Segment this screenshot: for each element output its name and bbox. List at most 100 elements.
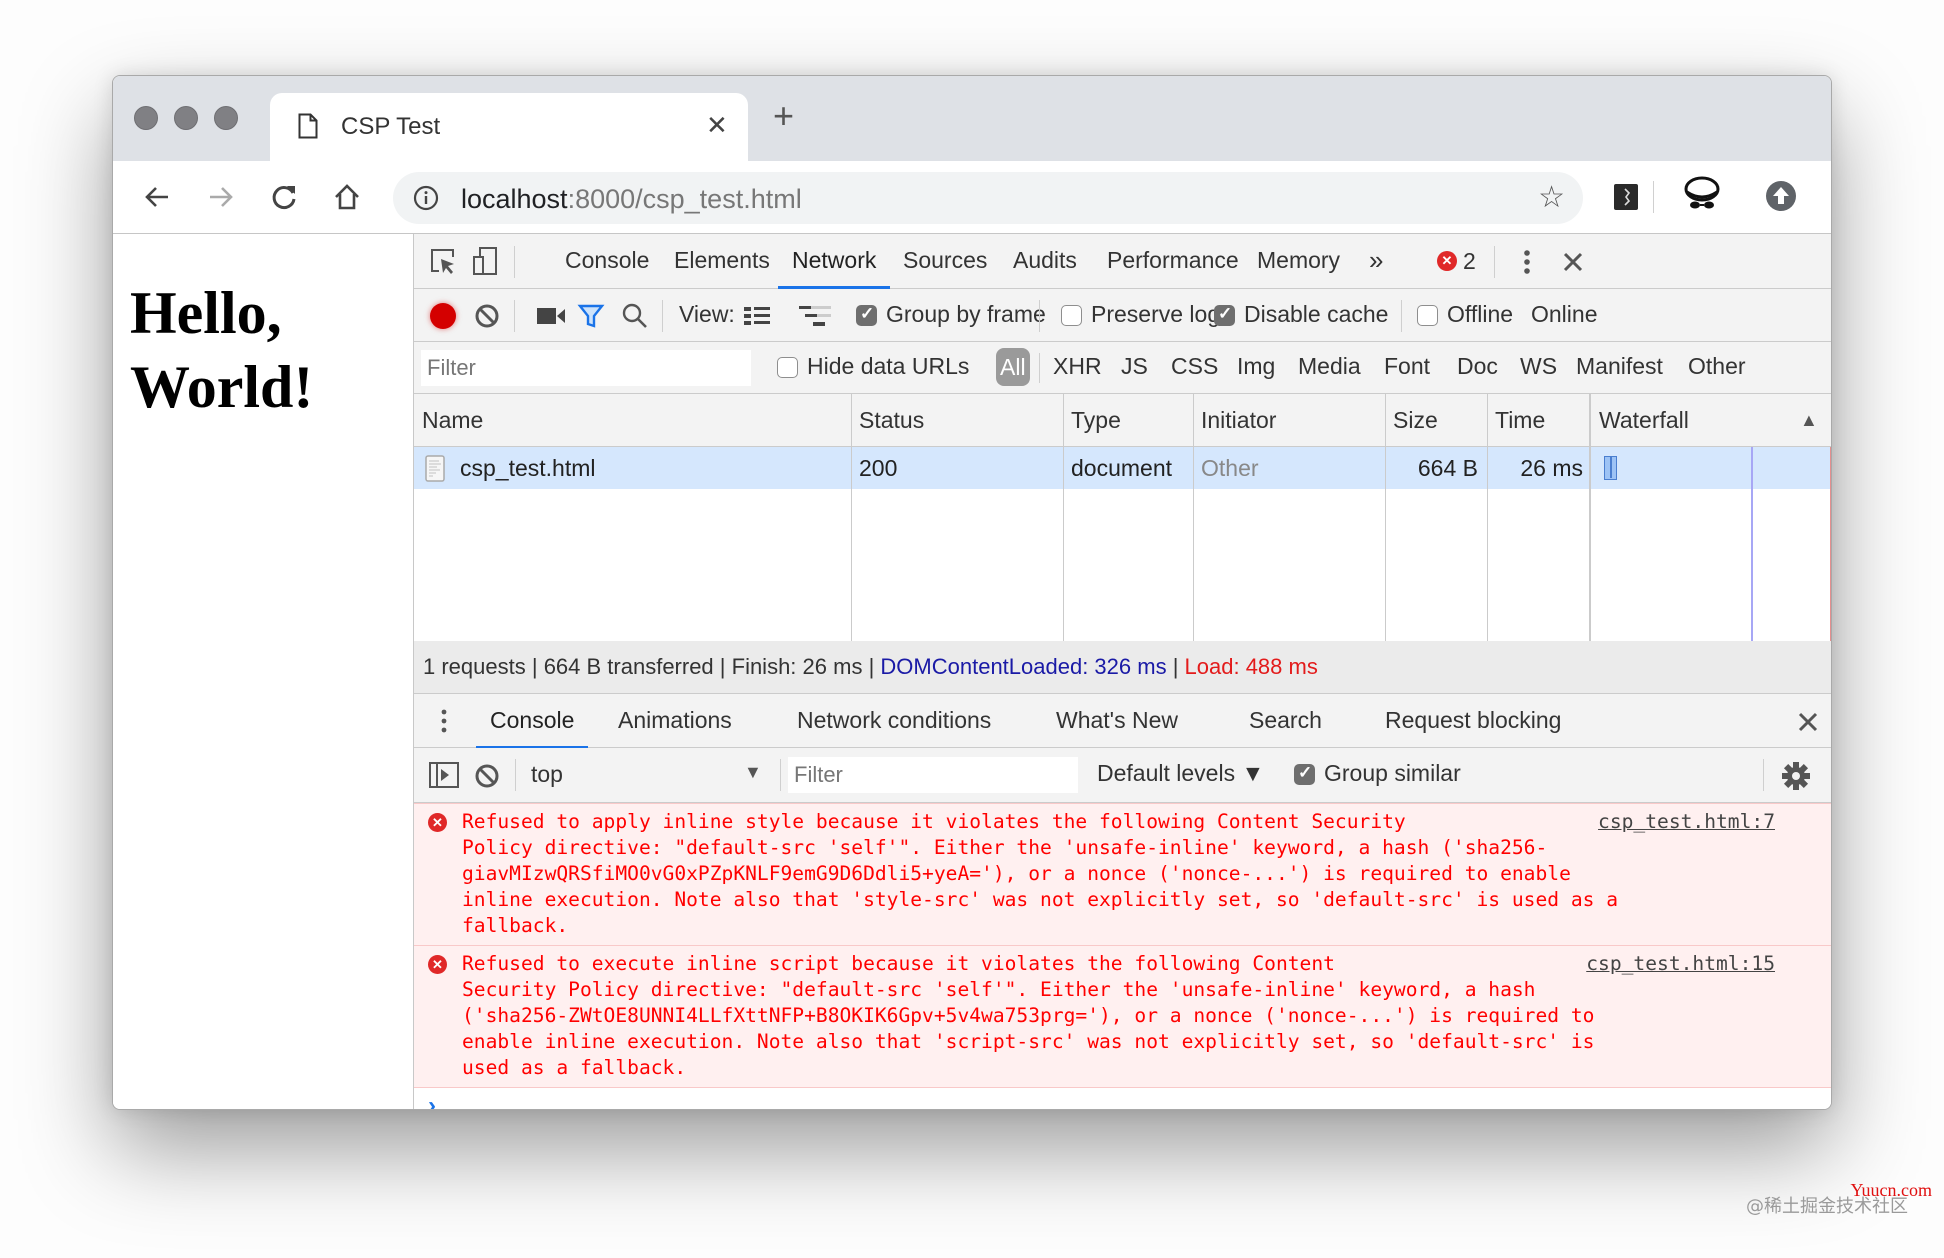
extension-button[interactable] xyxy=(1613,183,1639,216)
url-text[interactable]: localhost:8000/csp_test.html xyxy=(461,184,802,215)
window-minimize-button[interactable] xyxy=(174,106,198,130)
throttling-select[interactable]: Online xyxy=(1531,301,1597,328)
console-settings-button[interactable] xyxy=(1780,760,1812,792)
type-filter-img[interactable]: Img xyxy=(1237,353,1275,380)
sort-ascending-icon[interactable]: ▲ xyxy=(1792,394,1818,447)
column-divider xyxy=(1487,394,1488,641)
extension-bracket-icon xyxy=(1614,184,1638,210)
column-header-name[interactable]: Name xyxy=(414,394,483,447)
info-icon[interactable] xyxy=(413,185,439,211)
devtools-menu-button[interactable] xyxy=(1512,246,1542,278)
table-row[interactable]: csp_test.html 200 document Other 664 B 2… xyxy=(414,447,1831,489)
column-header-size[interactable]: Size xyxy=(1385,394,1438,447)
error-counter[interactable]: ✕ 2 xyxy=(1437,248,1476,274)
console-sidebar-toggle[interactable] xyxy=(428,760,460,790)
hide-data-urls-checkbox[interactable] xyxy=(777,357,798,378)
url-host: localhost xyxy=(461,184,568,214)
separator xyxy=(780,759,781,791)
column-header-time[interactable]: Time xyxy=(1487,394,1545,447)
disable-cache-checkbox[interactable] xyxy=(1214,304,1235,326)
preserve-log-checkbox[interactable] xyxy=(1061,305,1082,326)
type-filter-media[interactable]: Media xyxy=(1298,353,1361,380)
request-name[interactable]: csp_test.html xyxy=(460,447,596,489)
context-selector[interactable]: top ▼ xyxy=(522,756,772,794)
drawer-menu-button[interactable] xyxy=(438,706,450,736)
prompt-chevron-icon: › xyxy=(428,1092,436,1110)
close-devtools-button[interactable] xyxy=(1557,246,1589,278)
devtools-tab-performance[interactable]: Performance xyxy=(1107,234,1239,289)
console-prompt[interactable]: › xyxy=(414,1088,1831,1110)
clear-button[interactable] xyxy=(472,301,502,331)
drawer-tab-console[interactable]: Console xyxy=(475,694,589,749)
type-filter-js[interactable]: JS xyxy=(1121,353,1148,380)
overview-view-button[interactable] xyxy=(798,301,832,331)
column-header-type[interactable]: Type xyxy=(1063,394,1121,447)
drawer-tab-network-conditions[interactable]: Network conditions xyxy=(797,694,991,749)
update-button[interactable] xyxy=(1765,180,1797,217)
window-zoom-button[interactable] xyxy=(214,106,238,130)
console-filter-input[interactable] xyxy=(788,757,1078,793)
search-button[interactable] xyxy=(620,301,650,331)
profile-avatar[interactable] xyxy=(1681,176,1723,221)
column-header-initiator[interactable]: Initiator xyxy=(1193,394,1276,447)
summary-separator: | xyxy=(525,654,544,679)
type-filter-doc[interactable]: Doc xyxy=(1457,353,1498,380)
type-filter-all[interactable]: All xyxy=(996,348,1030,386)
devtools-tab-audits[interactable]: Audits xyxy=(1013,234,1077,289)
filter-toggle-button[interactable] xyxy=(576,301,606,331)
column-header-status[interactable]: Status xyxy=(851,394,924,447)
drawer-tab-request-blocking[interactable]: Request blocking xyxy=(1385,694,1561,749)
type-filter-other[interactable]: Other xyxy=(1688,353,1746,380)
devtools-tab-memory[interactable]: Memory xyxy=(1257,234,1340,289)
network-filter-input[interactable] xyxy=(421,350,751,386)
column-header-waterfall[interactable]: Waterfall xyxy=(1591,394,1689,447)
type-filter-ws[interactable]: WS xyxy=(1520,353,1557,380)
back-button[interactable] xyxy=(139,179,175,215)
type-filter-css[interactable]: CSS xyxy=(1171,353,1218,380)
console-error-message[interactable]: ✕ Refused to apply inline style because … xyxy=(414,803,1831,946)
type-filter-manifest[interactable]: Manifest xyxy=(1576,353,1663,380)
inspect-element-button[interactable] xyxy=(428,246,458,276)
console-error-message[interactable]: ✕ Refused to execute inline script becau… xyxy=(414,946,1831,1088)
browser-tab-active[interactable]: CSP Test ✕ xyxy=(270,93,748,161)
address-bar[interactable]: localhost:8000/csp_test.html ☆ xyxy=(393,172,1583,224)
close-drawer-button[interactable] xyxy=(1792,706,1824,738)
type-filter-font[interactable]: Font xyxy=(1384,353,1430,380)
kebab-menu-icon xyxy=(441,709,447,733)
forward-button[interactable] xyxy=(203,179,239,215)
clear-block-icon xyxy=(475,304,499,328)
large-rows-view-button[interactable] xyxy=(742,301,772,331)
log-levels-dropdown[interactable]: Default levels ▼ xyxy=(1097,760,1264,787)
device-toolbar-button[interactable] xyxy=(470,246,500,276)
group-similar-checkbox[interactable] xyxy=(1294,763,1315,785)
tab-close-icon[interactable]: ✕ xyxy=(706,111,728,139)
record-button[interactable] xyxy=(428,301,458,331)
offline-checkbox[interactable] xyxy=(1417,305,1438,326)
drawer-tab-whats-new[interactable]: What's New xyxy=(1056,694,1178,749)
group-by-frame-label: Group by frame xyxy=(886,301,1046,327)
type-filter-xhr[interactable]: XHR xyxy=(1053,353,1102,380)
waterfall-bar xyxy=(1604,456,1617,480)
screenshot-capture-button[interactable] xyxy=(534,301,568,331)
bookmark-star-icon[interactable]: ☆ xyxy=(1538,183,1565,213)
devtools-tab-elements[interactable]: Elements xyxy=(674,234,770,289)
devtools-tab-sources[interactable]: Sources xyxy=(903,234,987,289)
devtools-tab-console[interactable]: Console xyxy=(565,234,649,289)
new-tab-button[interactable]: + xyxy=(773,98,794,134)
funnel-icon xyxy=(577,304,605,328)
home-button[interactable] xyxy=(329,179,365,215)
drawer-tab-animations[interactable]: Animations xyxy=(618,694,732,749)
summary-requests: 1 requests xyxy=(423,654,526,679)
console-source-link[interactable]: csp_test.html:15 xyxy=(1576,951,1775,977)
network-toolbar: View: Group by frame Preserve log xyxy=(414,289,1831,342)
watermark-text: @稀土掘金技术社区 xyxy=(1746,1196,1908,1217)
devtools-tab-network[interactable]: Network xyxy=(777,234,891,289)
clear-console-button[interactable] xyxy=(472,761,502,791)
more-tabs-button[interactable]: » xyxy=(1369,234,1383,289)
separator xyxy=(1039,353,1040,383)
drawer-tab-search[interactable]: Search xyxy=(1249,694,1322,749)
console-source-link[interactable]: csp_test.html:7 xyxy=(1588,809,1775,835)
reload-button[interactable] xyxy=(266,179,302,215)
window-close-button[interactable] xyxy=(134,106,158,130)
group-by-frame-checkbox[interactable] xyxy=(856,304,877,326)
